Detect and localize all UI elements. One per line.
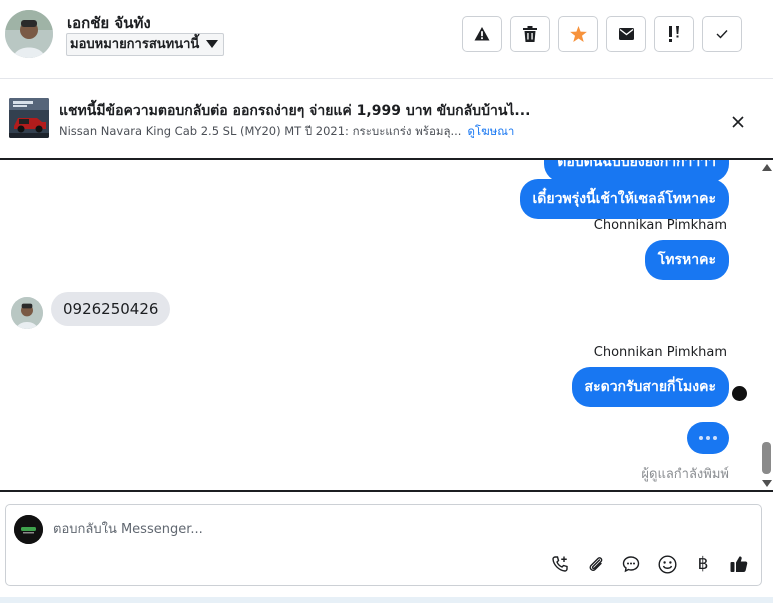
check-icon [716, 30, 728, 39]
delete-button[interactable] [510, 16, 550, 52]
ad-title: แชทนี้มีข้อความตอบกลับต่อ ออกรถง่ายๆ จ่า… [59, 103, 531, 119]
payment-button[interactable]: ฿ [692, 553, 714, 575]
message-text: 0926250426 [63, 300, 159, 318]
message-incoming: 0926250426 [51, 292, 171, 326]
typing-dot [699, 436, 703, 440]
smiley-icon [657, 554, 677, 574]
emoji-button[interactable] [656, 553, 678, 575]
bottom-strip [0, 597, 773, 603]
seen-indicator [732, 386, 747, 401]
mark-unread-button[interactable] [606, 16, 646, 52]
typing-dot [706, 436, 710, 440]
assign-conversation-dropdown[interactable]: มอบหมายการสนทนานี้ [66, 33, 225, 56]
follow-up-button[interactable] [654, 16, 694, 52]
message-text: เดี๋ยวพรุ่งนี้เช้าให้เซลล์โทหาคะ [532, 191, 716, 207]
message-text: โทรหาคะ [657, 252, 716, 268]
scroll-thumb[interactable] [762, 442, 771, 474]
ad-thumbnail[interactable] [9, 98, 49, 138]
send-like-button[interactable] [728, 553, 750, 575]
exclamation-icon [669, 26, 679, 42]
trash-icon [523, 26, 537, 42]
ad-description: Nissan Navara King Cab 2.5 SL (MY20) MT … [59, 124, 462, 138]
message-outgoing: เดี๋ยวพรุ่งนี้เช้าให้เซลล์โทหาคะ [519, 179, 729, 219]
chat-bubble-icon [622, 556, 640, 573]
ad-subtitle: Nissan Navara King Cab 2.5 SL (MY20) MT … [59, 123, 514, 141]
mark-done-button[interactable] [702, 16, 742, 52]
sender-name: Chonnikan Pimkham [593, 345, 727, 360]
baht-icon: ฿ [697, 554, 709, 574]
chevron-down-icon [206, 40, 219, 48]
envelope-icon [618, 28, 634, 40]
ad-reply-banner: แชทนี้มีข้อความตอบกลับต่อ ออกรถง่ายๆ จ่า… [0, 80, 773, 158]
saved-replies-button[interactable] [620, 553, 642, 575]
contact-avatar[interactable] [5, 10, 53, 58]
typing-dot [713, 436, 717, 440]
report-spam-button[interactable] [462, 16, 502, 52]
assign-label: มอบหมายการสนทนานี้ [70, 37, 200, 52]
call-button[interactable] [549, 553, 571, 575]
page-avatar [14, 515, 43, 544]
typing-indicator [687, 422, 729, 454]
sender-name: Chonnikan Pimkham [593, 218, 727, 233]
message-thread[interactable]: ตอบต้นฉบับยังยังกากาาาา เดี๋ยวพรุ่งนี้เช… [0, 158, 773, 492]
contact-avatar-small [11, 297, 43, 329]
thumbs-up-icon [730, 556, 748, 572]
close-icon [732, 116, 744, 128]
scroll-up-arrow-icon[interactable] [762, 164, 772, 171]
warning-icon [474, 27, 490, 41]
reply-input[interactable] [53, 517, 653, 541]
message-outgoing: สะดวกรับสายกี่โมงคะ [571, 367, 729, 407]
attach-button[interactable] [585, 553, 607, 575]
scroll-down-arrow-icon[interactable] [762, 480, 772, 487]
message-composer: ฿ [5, 504, 762, 586]
message-text: ตอบต้นฉบับยังยังกากาาาา [557, 158, 716, 170]
view-ad-link[interactable]: ดูโฆษณา [467, 124, 514, 138]
phone-plus-icon [552, 556, 568, 572]
star-icon [569, 26, 587, 42]
thread-scrollbar[interactable] [760, 160, 773, 490]
contact-name[interactable]: เอกชัย จันทัง [67, 11, 151, 35]
star-button[interactable] [558, 16, 598, 52]
paperclip-icon [589, 557, 603, 571]
typing-status: ผู้ดูแลกำลังพิมพ์ [641, 467, 729, 482]
message-outgoing: โทรหาคะ [644, 240, 729, 280]
close-banner-button[interactable] [726, 110, 750, 134]
conversation-header: เอกชัย จันทัง มอบหมายการสนทนานี้ [0, 0, 773, 79]
message-text: สะดวกรับสายกี่โมงคะ [584, 379, 716, 395]
